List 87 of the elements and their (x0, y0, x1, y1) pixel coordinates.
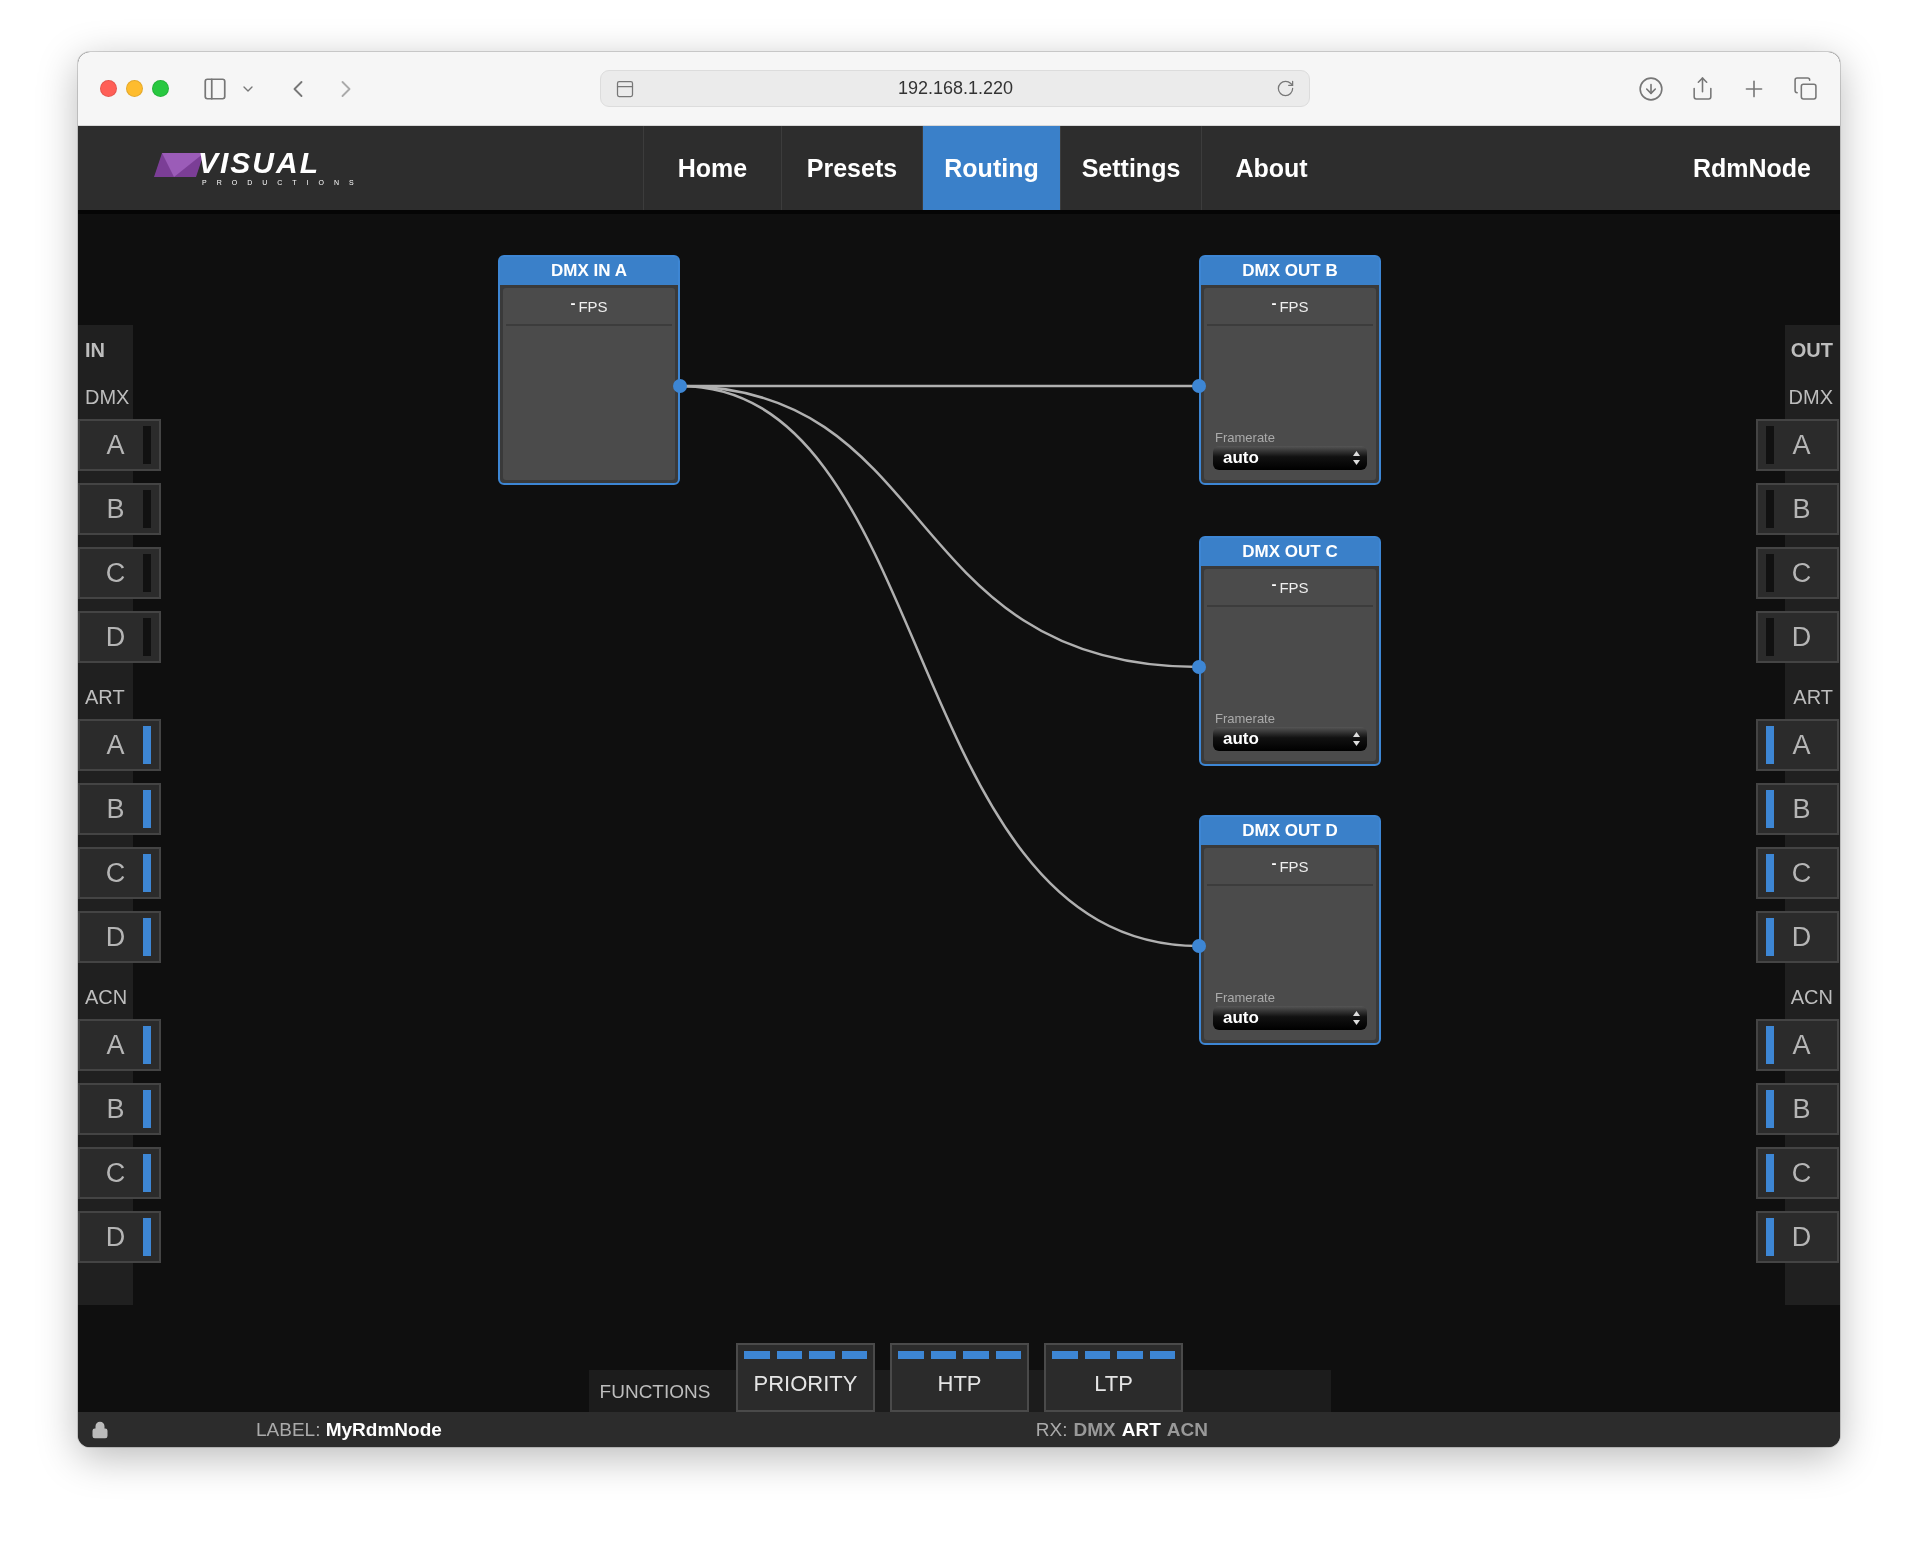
fps-value: - (570, 294, 576, 310)
group-label: ACN (1789, 985, 1834, 1010)
port-button[interactable]: C (1756, 547, 1839, 599)
panel-heading: IN (84, 338, 106, 363)
rx-protocol: ART (1121, 1418, 1161, 1441)
panel-heading: OUT (1789, 338, 1834, 363)
node-title: DMX IN A (500, 257, 678, 285)
fps-value: - (1271, 854, 1277, 870)
port-button[interactable]: B (78, 1083, 161, 1135)
functions-label: FUNCTIONS (598, 1380, 712, 1404)
input-port-dot[interactable] (1192, 660, 1206, 674)
nav-tab[interactable]: Settings (1060, 126, 1201, 210)
framerate-select[interactable]: auto (1213, 1006, 1367, 1030)
port-button[interactable]: D (78, 911, 161, 963)
function-button[interactable]: HTP (890, 1343, 1029, 1412)
framerate-select[interactable]: auto (1213, 446, 1367, 470)
node-title: DMX OUT B (1201, 257, 1379, 285)
group-label: DMX (84, 385, 131, 410)
reload-icon[interactable] (1276, 79, 1295, 98)
group-label: ACN (84, 985, 129, 1010)
port-button[interactable]: C (1756, 847, 1839, 899)
port-button[interactable]: A (1756, 1019, 1839, 1071)
fps-unit: FPS (1279, 578, 1309, 596)
port-button[interactable]: A (1756, 419, 1839, 471)
group-label: DMX (1787, 385, 1834, 410)
port-button[interactable]: B (1756, 1083, 1839, 1135)
framerate-select[interactable]: auto (1213, 727, 1367, 751)
address-bar[interactable]: 192.168.1.220 (600, 70, 1310, 107)
rx-protocol: ACN (1166, 1418, 1208, 1441)
fps-unit: FPS (1279, 857, 1309, 875)
framerate-label: Framerate (1214, 430, 1276, 445)
url-text: 192.168.1.220 (896, 78, 1015, 99)
port-button[interactable]: D (78, 611, 161, 663)
node-title: DMX OUT D (1201, 817, 1379, 845)
input-port-dot[interactable] (1192, 939, 1206, 953)
zoom-button[interactable] (152, 80, 169, 97)
port-button[interactable]: B (1756, 483, 1839, 535)
port-button[interactable]: C (1756, 1147, 1839, 1199)
port-button[interactable]: C (78, 847, 161, 899)
routing-node[interactable]: DMX OUT C - FPS Framerate auto (1199, 536, 1381, 766)
port-button[interactable]: A (78, 719, 161, 771)
nav-tab[interactable]: Home (643, 126, 781, 210)
lock-icon[interactable] (91, 1420, 109, 1439)
rx-protocol: DMX (1073, 1418, 1116, 1441)
download-icon[interactable] (1638, 75, 1664, 102)
logo-text: VISUAL (198, 148, 321, 178)
port-button[interactable]: D (1756, 611, 1839, 663)
stepper-arrows-icon (1352, 731, 1361, 747)
output-port-dot[interactable] (673, 379, 687, 393)
stepper-arrows-icon (1352, 1010, 1361, 1026)
routing-node[interactable]: DMX OUT B - FPS Framerate auto (1199, 255, 1381, 485)
port-button[interactable]: D (1756, 911, 1839, 963)
device-label: LABEL: MyRdmNode (256, 1418, 442, 1441)
input-port-dot[interactable] (1192, 379, 1206, 393)
fps-unit: FPS (1279, 297, 1309, 315)
port-button[interactable]: A (78, 1019, 161, 1071)
framerate-label: Framerate (1214, 990, 1276, 1005)
rx-label: RX: (1035, 1418, 1068, 1441)
function-button[interactable]: PRIORITY (736, 1343, 875, 1412)
routing-node[interactable]: DMX OUT D - FPS Framerate auto (1199, 815, 1381, 1045)
page-icon[interactable] (615, 78, 635, 99)
stepper-arrows-icon (1352, 450, 1361, 466)
routing-node[interactable]: DMX IN A - FPS (498, 255, 680, 485)
tabs-overview-icon[interactable] (1793, 76, 1818, 101)
port-button[interactable]: D (1756, 1211, 1839, 1263)
group-label: ART (1792, 685, 1834, 710)
port-button[interactable]: A (78, 419, 161, 471)
port-button[interactable]: B (1756, 783, 1839, 835)
function-button[interactable]: LTP (1044, 1343, 1183, 1412)
group-label: ART (84, 685, 126, 710)
sidebar-icon[interactable] (202, 75, 228, 102)
nav-tab[interactable]: About (1201, 126, 1341, 210)
port-button[interactable]: C (78, 1147, 161, 1199)
port-button[interactable]: D (78, 1211, 161, 1263)
nav-tab[interactable]: Routing (922, 126, 1060, 210)
fps-unit: FPS (578, 297, 608, 315)
port-button[interactable]: A (1756, 719, 1839, 771)
share-icon[interactable] (1690, 76, 1715, 101)
port-button[interactable]: B (78, 483, 161, 535)
close-button[interactable] (100, 80, 117, 97)
fps-value: - (1271, 575, 1277, 591)
fps-value: - (1271, 294, 1277, 310)
port-button[interactable]: C (78, 547, 161, 599)
port-button[interactable]: B (78, 783, 161, 835)
node-title: DMX OUT C (1201, 538, 1379, 566)
device-name: RdmNode (1692, 153, 1812, 183)
framerate-label: Framerate (1214, 711, 1276, 726)
